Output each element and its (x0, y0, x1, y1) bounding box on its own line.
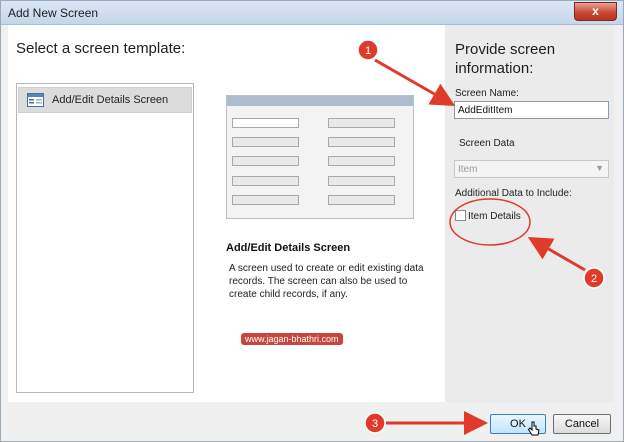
screen-info-heading: Provide screen information: (455, 41, 556, 77)
preview-field (328, 195, 395, 205)
preview-field (232, 195, 299, 205)
chevron-down-icon: ▼ (595, 163, 604, 173)
preview-field (232, 118, 299, 128)
preview-field (232, 176, 299, 186)
screen-data-select[interactable]: Item ▼ (454, 160, 609, 178)
preview-field (232, 137, 299, 147)
preview-field (328, 118, 395, 128)
item-details-label: Item Details (468, 211, 521, 222)
item-details-checkbox[interactable] (455, 210, 466, 221)
template-list[interactable]: Add/Edit Details Screen (16, 83, 194, 393)
cancel-button[interactable]: Cancel (553, 414, 611, 434)
close-button[interactable]: x (574, 2, 617, 21)
additional-data-label: Additional Data to Include: (455, 188, 572, 199)
form-template-icon (27, 93, 44, 107)
screen-data-value: Item (458, 164, 478, 175)
screen-name-input[interactable]: AddEditItem (454, 101, 609, 119)
mouse-cursor-icon (527, 421, 540, 436)
preview-field (232, 156, 299, 166)
preview-field (328, 137, 395, 147)
title-bar: Add New Screen x (1, 1, 623, 25)
screen-name-label: Screen Name: (455, 88, 519, 99)
template-description: A screen used to create or edit existing… (229, 263, 424, 300)
window-title: Add New Screen (8, 6, 99, 20)
preview-field (328, 176, 395, 186)
list-item-add-edit-details[interactable]: Add/Edit Details Screen (18, 87, 192, 113)
template-preview (226, 95, 414, 219)
list-item-label: Add/Edit Details Screen (52, 94, 169, 106)
template-description-title: Add/Edit Details Screen (226, 242, 351, 254)
screen-data-label: Screen Data (459, 138, 515, 149)
watermark: www.jagan-bhathri.com (241, 333, 343, 345)
preview-field (328, 156, 395, 166)
template-heading: Select a screen template: (16, 40, 186, 57)
preview-title-bar (227, 96, 413, 106)
